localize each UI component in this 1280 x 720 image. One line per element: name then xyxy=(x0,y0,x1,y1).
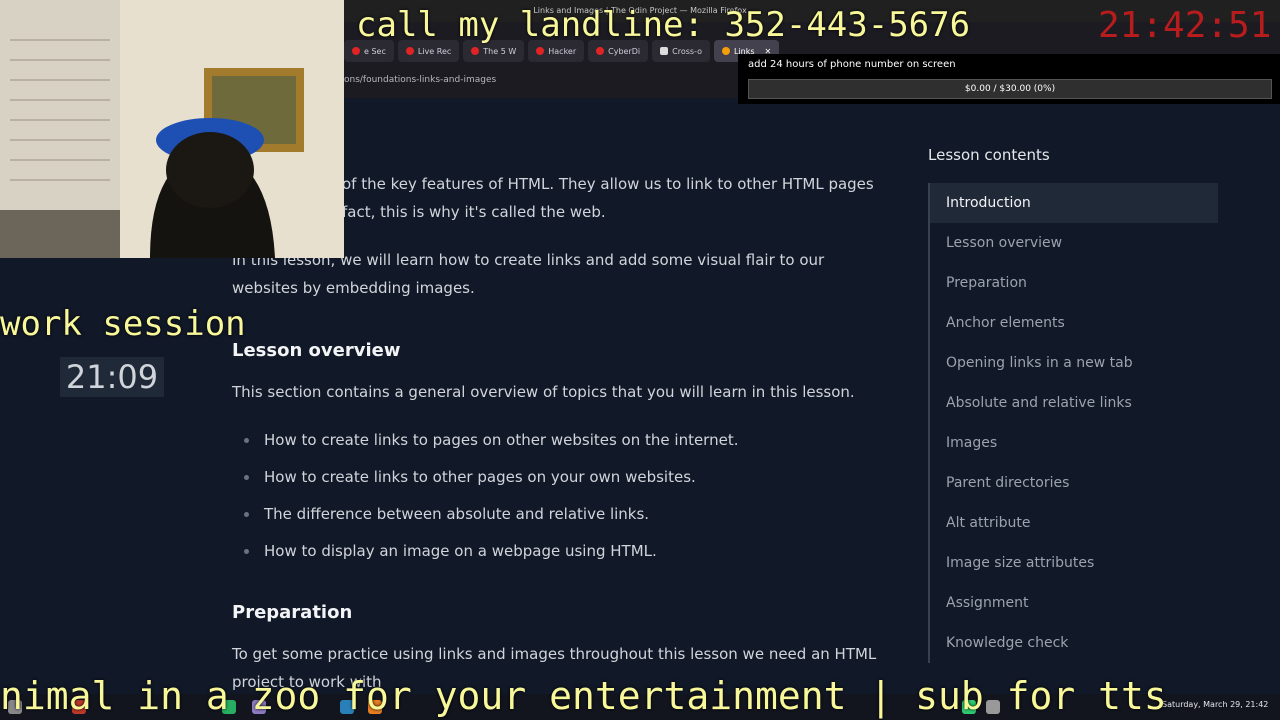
list-item: How to create links to pages on other we… xyxy=(242,428,738,465)
stream-clock: 21:42:51 xyxy=(1098,5,1272,46)
webcam-image xyxy=(0,0,344,258)
overview-paragraph: This section contains a general overview… xyxy=(232,383,855,401)
toc-item-lesson-overview[interactable]: Lesson overview xyxy=(930,223,1218,263)
goal-progress-bar: $0.00 / $30.00 (0%) xyxy=(748,79,1272,99)
lesson-overview-heading: Lesson overview xyxy=(232,340,401,361)
session-label: work session xyxy=(0,304,246,344)
intro-paragraph-line1: of the key features of HTML. They allow … xyxy=(342,175,874,193)
list-item: The difference between absolute and rela… xyxy=(242,502,738,539)
lesson-contents-nav: Introduction Lesson overview Preparation… xyxy=(928,183,1218,663)
intro-paragraph-line2: fact, this is why it's called the web. xyxy=(342,203,606,221)
lesson-contents-title: Lesson contents xyxy=(928,146,1050,164)
goal-progress-label: $0.00 / $30.00 (0%) xyxy=(964,84,1056,94)
url-bar[interactable]: ons/foundations-links-and-images xyxy=(344,70,734,90)
toc-item-opening-links[interactable]: Opening links in a new tab xyxy=(930,343,1218,383)
toc-item-parent-directories[interactable]: Parent directories xyxy=(930,463,1218,503)
goal-title: add 24 hours of phone number on screen xyxy=(748,59,956,70)
list-item: How to display an image on a webpage usi… xyxy=(242,539,738,576)
webcam-feed xyxy=(0,0,344,258)
toc-item-introduction[interactable]: Introduction xyxy=(930,183,1218,223)
toc-item-absolute-relative[interactable]: Absolute and relative links xyxy=(930,383,1218,423)
session-timer: 21:09 xyxy=(60,357,164,397)
toc-item-preparation[interactable]: Preparation xyxy=(930,263,1218,303)
preparation-paragraph-line1: To get some practice using links and ima… xyxy=(232,645,877,663)
bottom-ticker: nimal in a zoo for your entertainment | … xyxy=(0,674,1167,718)
toc-item-anchor-elements[interactable]: Anchor elements xyxy=(930,303,1218,343)
overview-list: How to create links to pages on other we… xyxy=(242,428,738,576)
toc-item-alt-attribute[interactable]: Alt attribute xyxy=(930,503,1218,543)
toc-item-knowledge-check[interactable]: Knowledge check xyxy=(930,623,1218,663)
toc-item-assignment[interactable]: Assignment xyxy=(930,583,1218,623)
toc-item-image-size[interactable]: Image size attributes xyxy=(930,543,1218,583)
list-item: How to create links to other pages on yo… xyxy=(242,465,738,502)
toc-item-images[interactable]: Images xyxy=(930,423,1218,463)
intro2-paragraph-line2: websites by embedding images. xyxy=(232,279,475,297)
phone-ticker: call my landline: 352-443-5676 xyxy=(356,5,971,45)
preparation-heading: Preparation xyxy=(232,602,353,623)
donation-goal-widget: add 24 hours of phone number on screen $… xyxy=(738,54,1280,104)
